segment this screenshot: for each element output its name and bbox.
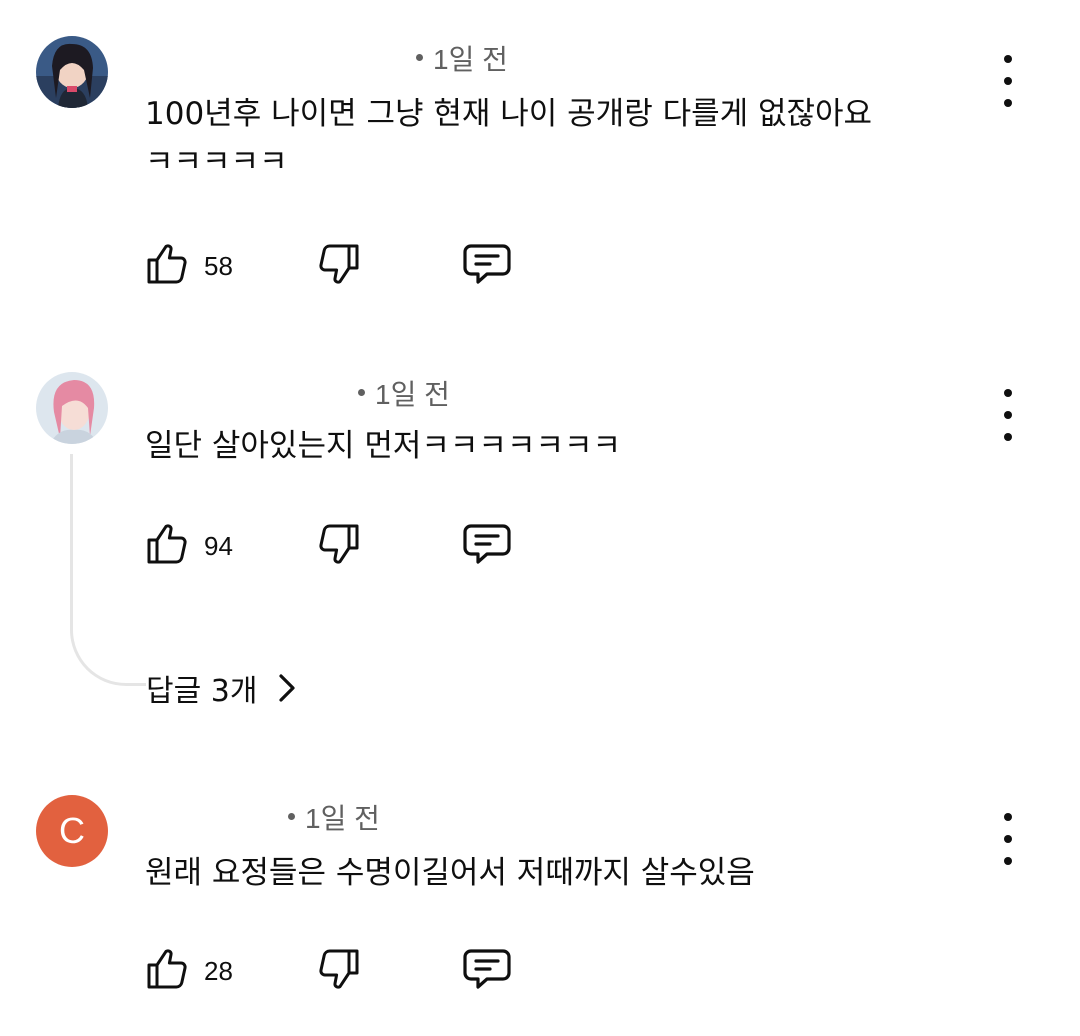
- reply-button[interactable]: [461, 945, 513, 993]
- thumbs-down-icon: [319, 524, 359, 564]
- more-options-button[interactable]: [996, 389, 1020, 441]
- like-button[interactable]: [143, 520, 191, 568]
- like-count: 28: [204, 956, 233, 986]
- like-button[interactable]: [143, 945, 191, 993]
- user-avatar[interactable]: C: [36, 795, 108, 867]
- thumbs-up-icon: [147, 949, 187, 989]
- reply-comment-icon: [463, 524, 511, 564]
- separator-dot: [358, 389, 365, 397]
- comment-text: 일단 살아있는지 먼저ㅋㅋㅋㅋㅋㅋㅋ: [145, 428, 622, 464]
- reply-button[interactable]: [461, 520, 513, 568]
- comment-thread-1: 1일 전 100년후 나이면 그냥 현재 나이 공개랑 다를게 없잖아요 ㅋㅋㅋ…: [0, 0, 1080, 320]
- comment-time: 1일 전: [433, 44, 508, 75]
- comment-text: 원래 요정들은 수명이길어서 저때까지 살수있음: [145, 855, 755, 891]
- view-replies-button[interactable]: 답글 3개: [146, 666, 301, 710]
- reply-comment-icon: [463, 244, 511, 284]
- comment-thread-3: C 1일 전 원래 요정들은 수명이길어서 저때까지 살수있음 28: [0, 760, 1080, 1036]
- user-avatar[interactable]: [36, 36, 108, 108]
- like-count: 58: [204, 251, 233, 281]
- dislike-button[interactable]: [315, 520, 363, 568]
- dislike-button[interactable]: [315, 240, 363, 288]
- avatar-letter: C: [59, 810, 85, 851]
- thread-connector-line: [70, 454, 146, 686]
- more-options-button[interactable]: [996, 55, 1020, 107]
- separator-dot: [288, 813, 295, 821]
- comment-meta: 1일 전: [358, 377, 450, 413]
- replies-count-label: 답글 3개: [146, 674, 258, 709]
- comment-meta: 1일 전: [416, 42, 508, 78]
- user-avatar[interactable]: [36, 372, 108, 444]
- like-count: 94: [204, 531, 233, 561]
- comment-time: 1일 전: [305, 803, 380, 834]
- thumbs-down-icon: [319, 244, 359, 284]
- thumbs-up-icon: [147, 244, 187, 284]
- thumbs-up-icon: [147, 524, 187, 564]
- chevron-right-icon: [279, 674, 296, 702]
- comment-meta: 1일 전: [288, 801, 380, 837]
- comment-thread-2: 1일 전 일단 살아있는지 먼저ㅋㅋㅋㅋㅋㅋㅋ 94 답글 3개: [0, 320, 1080, 760]
- separator-dot: [416, 54, 423, 62]
- like-button[interactable]: [143, 240, 191, 288]
- more-options-button[interactable]: [996, 813, 1020, 865]
- comment-text: 100년후 나이면 그냥 현재 나이 공개랑 다를게 없잖아요 ㅋㅋㅋㅋㅋ: [145, 96, 873, 180]
- thumbs-down-icon: [319, 949, 359, 989]
- dislike-button[interactable]: [315, 945, 363, 993]
- comment-time: 1일 전: [375, 379, 450, 410]
- reply-comment-icon: [463, 949, 511, 989]
- reply-button[interactable]: [461, 240, 513, 288]
